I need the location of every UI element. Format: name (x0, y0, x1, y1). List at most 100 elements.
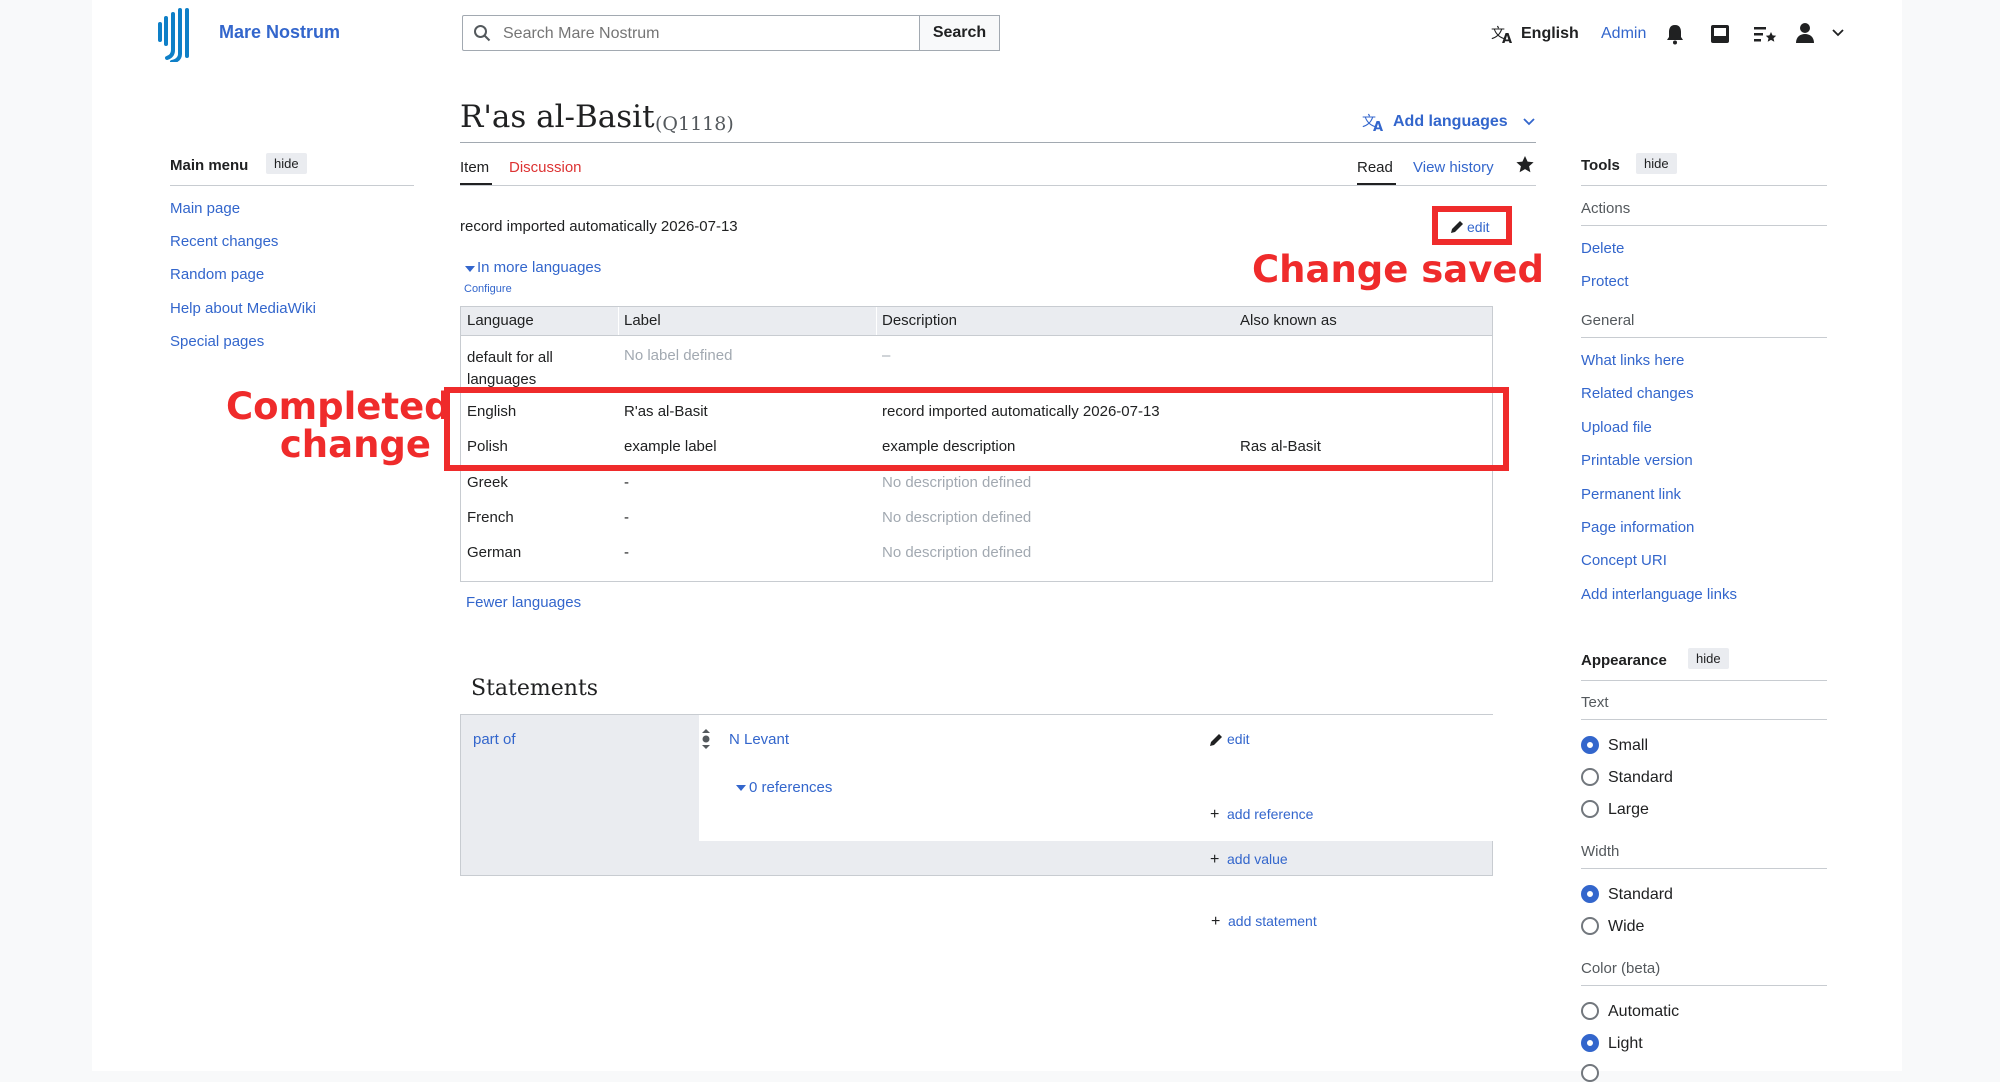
radio-text-small[interactable] (1581, 736, 1599, 754)
radio-width-wide[interactable] (1581, 917, 1599, 935)
tools-hide-button[interactable]: hide (1636, 153, 1677, 174)
rank-selector-icon[interactable] (700, 728, 712, 750)
tabs-divider (460, 185, 1536, 186)
references-toggle[interactable]: 0 references (749, 779, 832, 796)
annotation-completed-change-line2: change (279, 423, 431, 466)
appearance-color-label: Color (beta) (1581, 960, 1661, 977)
table-row-description: No description defined (882, 509, 1032, 526)
language-selector[interactable]: English (1521, 25, 1579, 43)
divider (1581, 868, 1827, 869)
add-value-link[interactable]: add value (1227, 851, 1288, 867)
search-button[interactable]: Search (920, 15, 1000, 51)
menu-item-special-pages[interactable]: Special pages (170, 333, 264, 350)
table-row-description: No description defined (882, 544, 1032, 561)
user-link[interactable]: Admin (1601, 25, 1646, 43)
watchlist-icon[interactable] (1753, 23, 1777, 45)
tool-what-links-here[interactable]: What links here (1581, 352, 1684, 369)
site-logo-icon[interactable] (156, 4, 202, 62)
statement-group (460, 714, 1493, 876)
radio-label: Standard (1608, 886, 1673, 903)
menu-item-recent-changes[interactable]: Recent changes (170, 233, 278, 250)
search-box[interactable] (462, 15, 920, 51)
table-row-language: German (467, 544, 522, 561)
item-description: record imported automatically 2026-07-13 (460, 218, 738, 235)
tab-discussion[interactable]: Discussion (509, 159, 582, 176)
site-name-link[interactable]: Mare Nostrum (219, 22, 340, 43)
plus-icon[interactable]: + (1210, 851, 1219, 869)
table-row-label: - (624, 509, 629, 526)
add-statement-link[interactable]: add statement (1228, 913, 1317, 929)
annotation-completed-change-line1: Completed (226, 385, 451, 428)
annotation-highlight-box (444, 387, 1509, 471)
radio-color-dark[interactable] (1581, 1064, 1599, 1082)
main-menu-title: Main menu (170, 157, 249, 174)
menu-item-main-page[interactable]: Main page (170, 200, 240, 217)
radio-text-standard[interactable] (1581, 768, 1599, 786)
radio-label: Light (1608, 1035, 1643, 1052)
star-watch-icon[interactable] (1515, 155, 1535, 175)
table-row-language: default for all languages (467, 349, 553, 388)
tool-page-information[interactable]: Page information (1581, 519, 1694, 536)
column-header-description: Description (882, 312, 958, 329)
tool-permanent-link[interactable]: Permanent link (1581, 486, 1681, 503)
user-avatar-icon[interactable] (1795, 22, 1815, 44)
table-row-language: Greek (467, 474, 508, 491)
tab-read[interactable]: Read (1357, 159, 1393, 176)
tools-actions-label: Actions (1581, 200, 1631, 217)
tool-upload-file[interactable]: Upload file (1581, 419, 1652, 436)
plus-icon[interactable]: + (1210, 806, 1219, 824)
language-icon[interactable]: 文A (1491, 23, 1515, 45)
tool-printable-version[interactable]: Printable version (1581, 452, 1693, 469)
pencil-icon[interactable] (1208, 732, 1224, 748)
add-languages-button[interactable]: Add languages (1393, 113, 1508, 131)
chevron-down-icon[interactable] (1523, 117, 1535, 127)
fewer-languages-link[interactable]: Fewer languages (466, 594, 581, 611)
table-row-label: - (624, 474, 629, 491)
plus-icon[interactable]: + (1211, 913, 1220, 931)
radio-text-large[interactable] (1581, 800, 1599, 818)
title-divider (460, 142, 1536, 143)
inbox-icon[interactable] (1709, 23, 1731, 45)
svg-text:A: A (1373, 120, 1383, 133)
statement-value-link[interactable]: N Levant (729, 731, 789, 748)
tool-protect[interactable]: Protect (1581, 273, 1629, 290)
radio-width-standard[interactable] (1581, 885, 1599, 903)
table-row-label: - (624, 544, 629, 561)
column-header-language: Language (467, 312, 534, 329)
chevron-down-icon[interactable] (1832, 28, 1844, 38)
caret-down-icon[interactable] (736, 784, 746, 792)
column-header-label: Label (624, 312, 661, 329)
tab-item[interactable]: Item (460, 159, 489, 176)
statements-heading: Statements (471, 676, 599, 701)
divider (1581, 985, 1827, 986)
search-input[interactable] (501, 24, 905, 44)
search-icon (473, 24, 491, 42)
add-languages-icon[interactable]: 文A (1362, 111, 1386, 133)
radio-label: Standard (1608, 769, 1673, 786)
divider (1581, 225, 1827, 226)
edit-statement-link[interactable]: edit (1227, 731, 1250, 747)
page-title: R'as al-Basit (460, 99, 655, 135)
tab-view-history[interactable]: View history (1413, 159, 1494, 176)
main-menu-hide-button[interactable]: hide (266, 153, 307, 174)
add-reference-link[interactable]: add reference (1227, 806, 1313, 822)
tool-concept-uri[interactable]: Concept URI (1581, 552, 1667, 569)
tool-related-changes[interactable]: Related changes (1581, 385, 1694, 402)
configure-link[interactable]: Configure (464, 283, 512, 295)
caret-down-icon[interactable] (465, 265, 475, 273)
divider (1581, 719, 1827, 720)
divider (461, 335, 1492, 336)
property-link[interactable]: part of (473, 731, 516, 748)
radio-color-light[interactable] (1581, 1034, 1599, 1052)
in-more-languages-toggle[interactable]: In more languages (477, 259, 601, 276)
tool-add-interlanguage-links[interactable]: Add interlanguage links (1581, 586, 1737, 603)
radio-color-automatic[interactable] (1581, 1002, 1599, 1020)
appearance-text-label: Text (1581, 694, 1609, 711)
tools-general-label: General (1581, 312, 1635, 329)
table-row-label: No label defined (624, 347, 733, 364)
menu-item-random-page[interactable]: Random page (170, 266, 264, 283)
appearance-hide-button[interactable]: hide (1688, 648, 1729, 669)
bell-icon[interactable] (1665, 23, 1685, 45)
menu-item-help[interactable]: Help about MediaWiki (170, 300, 316, 317)
tool-delete[interactable]: Delete (1581, 240, 1624, 257)
